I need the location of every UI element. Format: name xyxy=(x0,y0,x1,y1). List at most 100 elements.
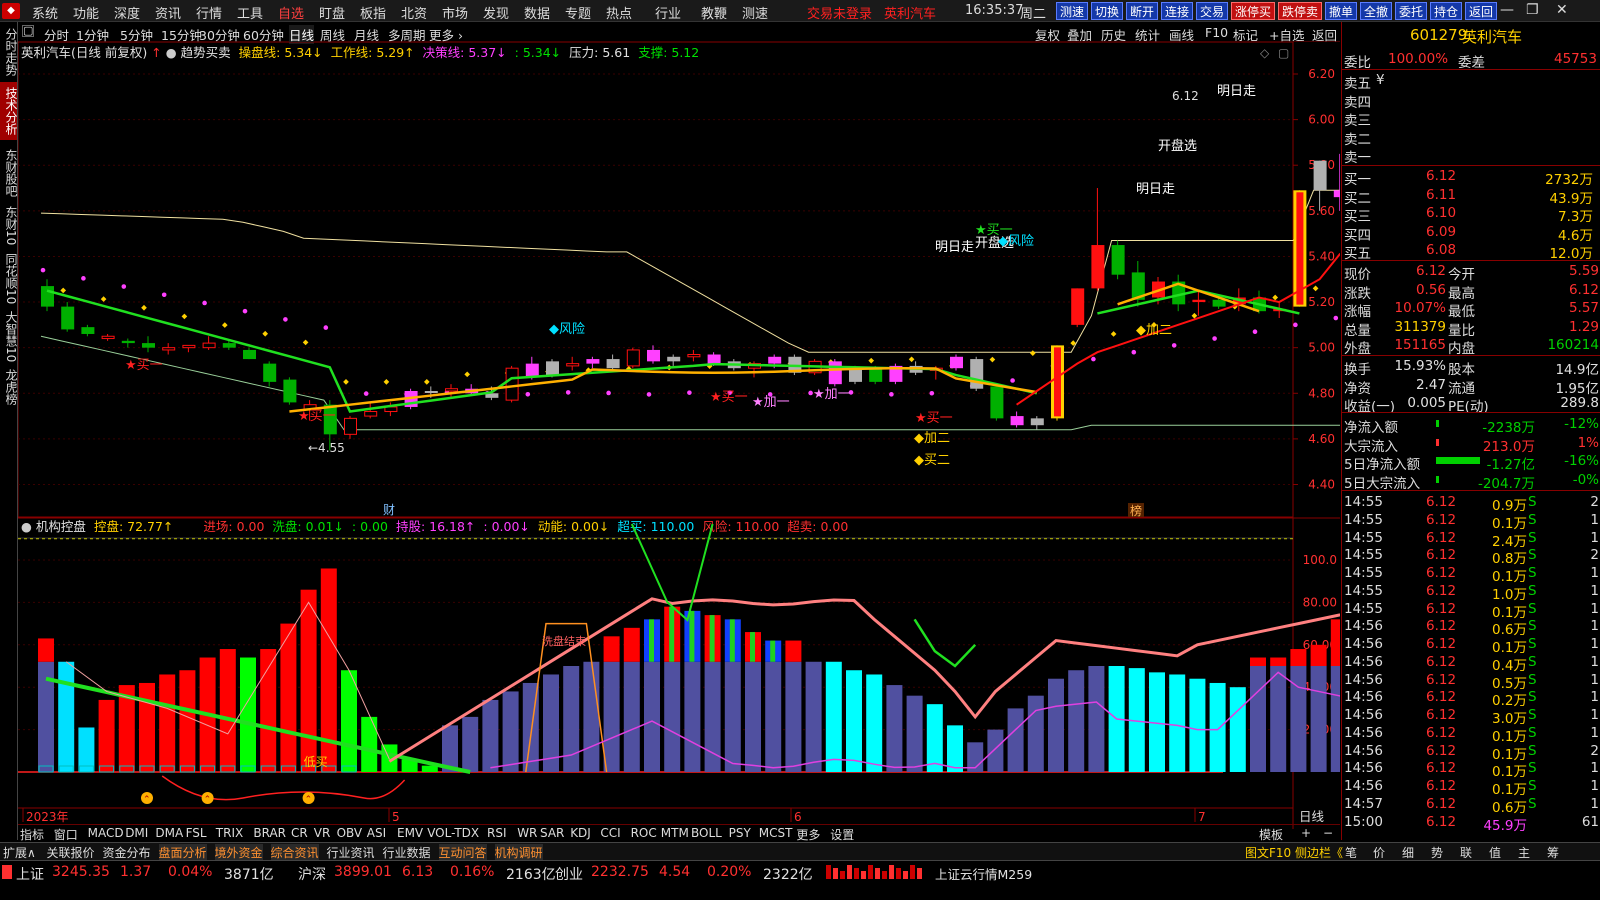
bid-price[interactable]: 6.08 xyxy=(1426,242,1456,258)
expand-item-7[interactable]: 行业数据 xyxy=(383,844,431,861)
indicator-tab-10[interactable]: OBV xyxy=(337,826,363,840)
quick-button-8[interactable]: 全撤 xyxy=(1360,2,1393,20)
indicator-tab-16[interactable]: SAR xyxy=(540,826,564,840)
left-tab-0[interactable]: 分时走势 xyxy=(0,24,18,80)
candle[interactable] xyxy=(182,344,196,353)
indicator-tab-22[interactable]: PSY xyxy=(729,826,751,840)
indicator-tab-8[interactable]: CR xyxy=(291,826,308,840)
expand-item-5[interactable]: 综合资讯 xyxy=(270,844,319,861)
f10-sidebar-toggle[interactable]: 图文F10 侧边栏《 xyxy=(1245,844,1343,861)
quick-button-1[interactable]: 切换 xyxy=(1091,2,1124,20)
login-status[interactable]: 交易未登录 xyxy=(807,3,872,22)
menu-item-12[interactable]: 数据 xyxy=(524,3,550,22)
quick-button-11[interactable]: 返回 xyxy=(1465,2,1498,20)
quick-button-2[interactable]: 断开 xyxy=(1126,2,1159,20)
candle[interactable] xyxy=(162,343,176,355)
candle[interactable] xyxy=(41,279,54,312)
candle[interactable] xyxy=(344,416,357,439)
candle[interactable] xyxy=(950,354,963,371)
candle[interactable] xyxy=(990,384,1004,421)
candle[interactable] xyxy=(263,361,277,387)
indicator-tab-2[interactable]: MACD xyxy=(88,826,124,840)
menu-item-8[interactable]: 板指 xyxy=(360,3,386,22)
menu-item-7[interactable]: 盯盘 xyxy=(319,3,345,22)
chart-tool-5[interactable]: F10 xyxy=(1205,25,1228,40)
candle[interactable] xyxy=(687,349,701,362)
candle[interactable] xyxy=(1111,240,1125,280)
settings-icon[interactable]: ● xyxy=(166,45,177,60)
quick-button-6[interactable]: 跌停卖 xyxy=(1278,2,1323,20)
candle[interactable] xyxy=(586,356,600,369)
candle[interactable] xyxy=(243,347,256,360)
candle[interactable] xyxy=(1010,411,1024,428)
expand-item-2[interactable]: 资金分布 xyxy=(103,844,151,861)
menu-item-1[interactable]: 功能 xyxy=(73,3,99,22)
indicator-tab-13[interactable]: VOL-TDX xyxy=(427,826,479,840)
candle[interactable] xyxy=(121,338,135,348)
chart-area[interactable]: 6.206.005.805.605.405.205.004.804.604.40… xyxy=(18,42,1340,829)
indicator-tab-17[interactable]: KDJ xyxy=(570,826,591,840)
index-name[interactable]: 上证 xyxy=(16,864,44,884)
indicator-tab-0[interactable]: 指标 xyxy=(20,826,44,843)
indicator-tab-12[interactable]: EMV xyxy=(397,826,423,840)
panel-switch-6[interactable]: 主 xyxy=(1518,844,1530,861)
candle[interactable] xyxy=(283,377,297,405)
indicator-tab-25[interactable]: 设置 xyxy=(830,826,854,843)
candle[interactable] xyxy=(626,347,640,369)
panel-switch-7[interactable]: 筹 xyxy=(1547,844,1559,861)
indicator-tab-15[interactable]: WR xyxy=(517,826,537,840)
indicator-tab-6[interactable]: TRIX xyxy=(216,826,243,840)
menu-item-11[interactable]: 发现 xyxy=(483,3,509,22)
candle[interactable] xyxy=(1030,416,1044,430)
indicator-tab-19[interactable]: ROC xyxy=(631,826,657,840)
expand-item-8[interactable]: 互动问答 xyxy=(438,844,487,861)
candle[interactable] xyxy=(889,363,903,385)
quick-button-5[interactable]: 涨停买 xyxy=(1231,2,1276,20)
ask-price[interactable]: ¥ xyxy=(1376,72,1385,88)
panel-switch-1[interactable]: 价 xyxy=(1373,844,1385,861)
index-name[interactable]: 沪深 xyxy=(298,864,326,884)
menu-item-6[interactable]: 自选 xyxy=(278,3,304,22)
candle[interactable] xyxy=(202,336,216,350)
quick-button-4[interactable]: 交易 xyxy=(1196,2,1229,20)
quick-button-7[interactable]: 撤单 xyxy=(1325,2,1358,20)
quick-button-9[interactable]: 委托 xyxy=(1395,2,1428,20)
candle[interactable] xyxy=(101,333,115,341)
indicator-tab-20[interactable]: MTM xyxy=(661,826,689,840)
diamond-icon[interactable]: ◇ xyxy=(1260,46,1270,60)
indicator-right-1[interactable]: + xyxy=(1301,826,1311,840)
left-tab-5[interactable]: 大智慧10 xyxy=(0,310,18,364)
candle[interactable] xyxy=(1192,290,1206,316)
expand-item-3[interactable]: 盘面分析 xyxy=(158,844,207,861)
panel-switch-5[interactable]: 值 xyxy=(1489,844,1501,861)
quick-button-10[interactable]: 持仓 xyxy=(1430,2,1463,20)
candle[interactable] xyxy=(667,354,681,366)
indicator-tab-18[interactable]: CCI xyxy=(600,826,620,840)
indicator-tab-5[interactable]: FSL xyxy=(186,826,207,840)
indicator-tab-14[interactable]: RSI xyxy=(487,826,507,840)
candle[interactable] xyxy=(1293,190,1307,307)
sub-settings-icon[interactable]: ● xyxy=(21,519,32,534)
candle[interactable] xyxy=(445,384,458,398)
quick-button-0[interactable]: 测速 xyxy=(1056,2,1089,20)
indicator-tab-21[interactable]: BOLL xyxy=(691,826,722,840)
period-toggle-icon[interactable]: ▢ xyxy=(22,25,34,37)
left-tab-3[interactable]: 东财10 xyxy=(0,204,18,248)
indicator-tab-24[interactable]: 更多 xyxy=(796,826,820,843)
bid-price[interactable]: 6.09 xyxy=(1426,224,1456,240)
candle[interactable] xyxy=(61,302,75,332)
candle[interactable] xyxy=(505,365,519,403)
bid-price[interactable]: 6.12 xyxy=(1426,168,1456,184)
indicator-tab-1[interactable]: 窗口 xyxy=(54,826,78,843)
indicator-tab-23[interactable]: MCST xyxy=(759,826,793,840)
expand-item-6[interactable]: 行业资讯 xyxy=(327,844,375,861)
bid-price[interactable]: 6.10 xyxy=(1426,205,1456,221)
panel-switch-2[interactable]: 细 xyxy=(1402,844,1414,861)
menu-item-0[interactable]: 系统 xyxy=(32,3,58,22)
menu-item-9[interactable]: 北资 xyxy=(401,3,427,22)
menu-item-4[interactable]: 行情 xyxy=(196,3,222,22)
menu-item-2[interactable]: 深度 xyxy=(114,3,140,22)
expand-item-4[interactable]: 境外资金 xyxy=(214,844,263,861)
candle[interactable] xyxy=(566,356,580,371)
left-tab-1[interactable]: 技术分析 xyxy=(0,82,18,140)
